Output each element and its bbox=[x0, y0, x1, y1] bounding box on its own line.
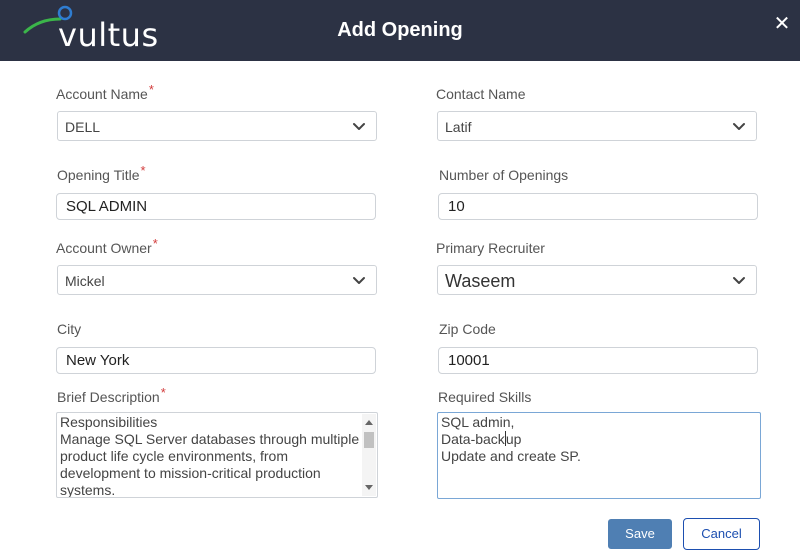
chevron-down-icon bbox=[733, 277, 745, 284]
primary-recruiter-value: Waseem bbox=[445, 271, 516, 291]
dialog-title: Add Opening bbox=[337, 19, 463, 41]
required-asterisk: * bbox=[160, 385, 166, 400]
zip-code-input[interactable]: 10001 bbox=[438, 347, 758, 374]
account-name-label: Account Name* bbox=[56, 82, 154, 102]
cancel-button[interactable]: Cancel bbox=[683, 518, 760, 550]
account-name-value: DELL bbox=[65, 119, 101, 135]
account-owner-select[interactable]: Mickel bbox=[57, 265, 377, 295]
required-skills-text: up bbox=[505, 431, 522, 447]
account-owner-value: Mickel bbox=[65, 273, 105, 289]
contact-name-select[interactable]: Latif bbox=[437, 111, 757, 141]
chevron-down-icon bbox=[353, 123, 365, 130]
close-icon[interactable]: ✕ bbox=[772, 12, 792, 34]
brief-description-line: Responsibilities bbox=[60, 414, 158, 430]
brief-description-line: product life cycle environments, from bbox=[60, 448, 288, 464]
account-name-label-text: Account Name bbox=[56, 86, 148, 102]
brief-description-line: Manage SQL Server databases through mult… bbox=[60, 431, 360, 447]
brief-description-label: Brief Description* bbox=[57, 385, 166, 405]
required-skills-textarea[interactable]: SQL admin, Data-backup Update and create… bbox=[437, 412, 761, 499]
contact-name-label: Contact Name bbox=[436, 86, 526, 102]
required-skills-line: SQL admin, bbox=[441, 414, 515, 430]
account-name-select[interactable]: DELL bbox=[57, 111, 377, 141]
brief-description-line: systems. bbox=[60, 482, 116, 498]
zip-code-label: Zip Code bbox=[439, 321, 496, 337]
scroll-up-icon[interactable] bbox=[365, 420, 373, 425]
modal-header: vultus Add Opening ✕ bbox=[0, 0, 800, 61]
account-owner-label: Account Owner* bbox=[56, 236, 158, 256]
primary-recruiter-select[interactable]: Waseem bbox=[437, 265, 757, 295]
city-input[interactable]: New York bbox=[56, 347, 376, 374]
brief-description-textarea[interactable]: Responsibilities Manage SQL Server datab… bbox=[56, 412, 378, 498]
chevron-down-icon bbox=[353, 277, 365, 284]
required-skills-line: Data-backup bbox=[441, 431, 757, 448]
number-of-openings-input[interactable]: 10 bbox=[438, 193, 758, 220]
opening-title-label-text: Opening Title bbox=[57, 167, 140, 183]
textarea-scrollbar[interactable] bbox=[362, 414, 376, 496]
required-asterisk: * bbox=[148, 82, 154, 97]
primary-recruiter-label: Primary Recruiter bbox=[436, 240, 545, 256]
contact-name-value: Latif bbox=[445, 119, 472, 135]
number-of-openings-label: Number of Openings bbox=[439, 167, 569, 183]
city-label: City bbox=[57, 321, 82, 337]
opening-title-label: Opening Title* bbox=[57, 163, 146, 183]
save-button[interactable]: Save bbox=[608, 519, 672, 549]
account-owner-label-text: Account Owner bbox=[56, 240, 152, 256]
brief-description-label-text: Brief Description bbox=[57, 389, 160, 405]
chevron-down-icon bbox=[733, 123, 745, 130]
brief-description-line: development to mission-critical producti… bbox=[60, 465, 321, 481]
required-skills-text: Data-back bbox=[441, 431, 505, 447]
required-skills-line: Update and create SP. bbox=[441, 448, 581, 464]
required-asterisk: * bbox=[152, 236, 158, 251]
required-skills-label: Required Skills bbox=[438, 389, 532, 405]
required-asterisk: * bbox=[140, 163, 146, 178]
scroll-down-icon[interactable] bbox=[365, 485, 373, 490]
opening-title-input[interactable]: SQL ADMIN bbox=[56, 193, 376, 220]
scrollbar-thumb[interactable] bbox=[364, 432, 374, 448]
